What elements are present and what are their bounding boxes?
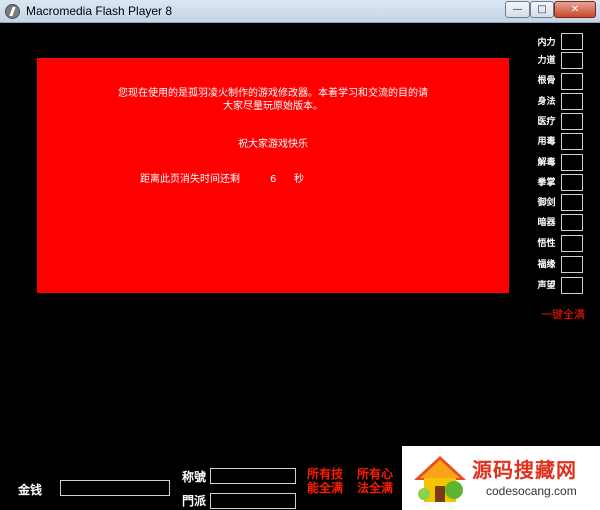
countdown-label: 距离此页消失时间还剩 bbox=[140, 174, 240, 185]
stat-input-jiedu[interactable] bbox=[561, 154, 583, 171]
notice-text-line-2: 大家尽量玩原始版本。 bbox=[223, 101, 323, 112]
stat-input-quanzhang[interactable] bbox=[561, 174, 583, 191]
countdown-value: 6 bbox=[270, 174, 277, 185]
stat-label-yongdu: 用毒 bbox=[537, 137, 556, 147]
stat-input-yujian[interactable] bbox=[561, 194, 583, 211]
money-input[interactable] bbox=[60, 480, 170, 496]
notice-panel: 您现在使用的是孤羽凌火制作的游戏修改器。本着学习和交流的目的请 大家尽量玩原始版… bbox=[37, 58, 509, 293]
stat-input-fuyuan[interactable] bbox=[561, 256, 583, 273]
stat-label-jiedu: 解毒 bbox=[537, 158, 556, 168]
flash-player-icon bbox=[5, 4, 20, 19]
stat-input-neili[interactable] bbox=[561, 33, 583, 50]
stat-label-yujian: 御剑 bbox=[537, 198, 556, 208]
fill-all-button[interactable]: 一键全满 bbox=[541, 306, 585, 322]
close-button[interactable]: ✕ bbox=[554, 1, 596, 18]
stat-label-shengwang: 声望 bbox=[537, 281, 556, 291]
watermark-name-en: codesocang.com bbox=[486, 484, 577, 498]
stat-label-neili: 内力 bbox=[537, 38, 556, 48]
stat-input-shengwang[interactable] bbox=[561, 277, 583, 294]
stat-label-gengu: 根骨 bbox=[537, 76, 556, 86]
max-all-skills-line-1: 所有技 bbox=[307, 467, 344, 481]
stat-input-anqi[interactable] bbox=[561, 214, 583, 231]
max-all-skills-button[interactable]: 所有技 能全满 bbox=[307, 467, 343, 495]
money-label: 金钱 bbox=[18, 483, 43, 497]
watermark-name-cn: 源码搜藏网 bbox=[472, 458, 577, 482]
stat-input-wuxing[interactable] bbox=[561, 235, 583, 252]
title-input[interactable] bbox=[210, 468, 296, 484]
max-all-heart-methods-button[interactable]: 所有心 法全满 bbox=[357, 467, 393, 495]
stat-label-quanzhang: 拳掌 bbox=[537, 178, 556, 188]
stat-label-yiliao: 医疗 bbox=[537, 117, 556, 127]
sect-input[interactable] bbox=[210, 493, 296, 509]
title-label: 称號 bbox=[182, 470, 207, 484]
window-title: Macromedia Flash Player 8 bbox=[26, 4, 173, 18]
stat-input-yiliao[interactable] bbox=[561, 113, 583, 130]
stat-label-fuyuan: 福缘 bbox=[537, 260, 556, 270]
maximize-button[interactable]: □ bbox=[530, 1, 554, 18]
stat-input-shenfa[interactable] bbox=[561, 93, 583, 110]
stat-input-lidao[interactable] bbox=[561, 52, 583, 69]
stat-label-shenfa: 身法 bbox=[537, 97, 556, 107]
stat-input-yongdu[interactable] bbox=[561, 133, 583, 150]
site-watermark: 源码搜藏网 codesocang.com bbox=[402, 446, 600, 510]
window-title-bar[interactable]: Macromedia Flash Player 8 — □ ✕ bbox=[0, 0, 600, 23]
minimize-button[interactable]: — bbox=[505, 1, 530, 18]
notice-greeting: 祝大家游戏快乐 bbox=[238, 139, 308, 150]
max-all-heart-line-1: 所有心 bbox=[357, 467, 394, 481]
sect-label: 門派 bbox=[182, 494, 207, 508]
max-all-heart-line-2: 法全满 bbox=[357, 481, 394, 495]
stat-label-lidao: 力道 bbox=[537, 56, 556, 66]
flash-content-area: 您现在使用的是孤羽凌火制作的游戏修改器。本着学习和交流的目的请 大家尽量玩原始版… bbox=[4, 24, 596, 510]
countdown-unit: 秒 bbox=[294, 174, 304, 185]
stat-label-wuxing: 悟性 bbox=[537, 239, 556, 249]
max-all-skills-line-2: 能全满 bbox=[307, 481, 344, 495]
stat-label-anqi: 暗器 bbox=[537, 218, 556, 228]
house-logo-icon bbox=[414, 456, 466, 502]
notice-text-line-1: 您现在使用的是孤羽凌火制作的游戏修改器。本着学习和交流的目的请 bbox=[118, 88, 428, 99]
stat-input-gengu[interactable] bbox=[561, 73, 583, 90]
